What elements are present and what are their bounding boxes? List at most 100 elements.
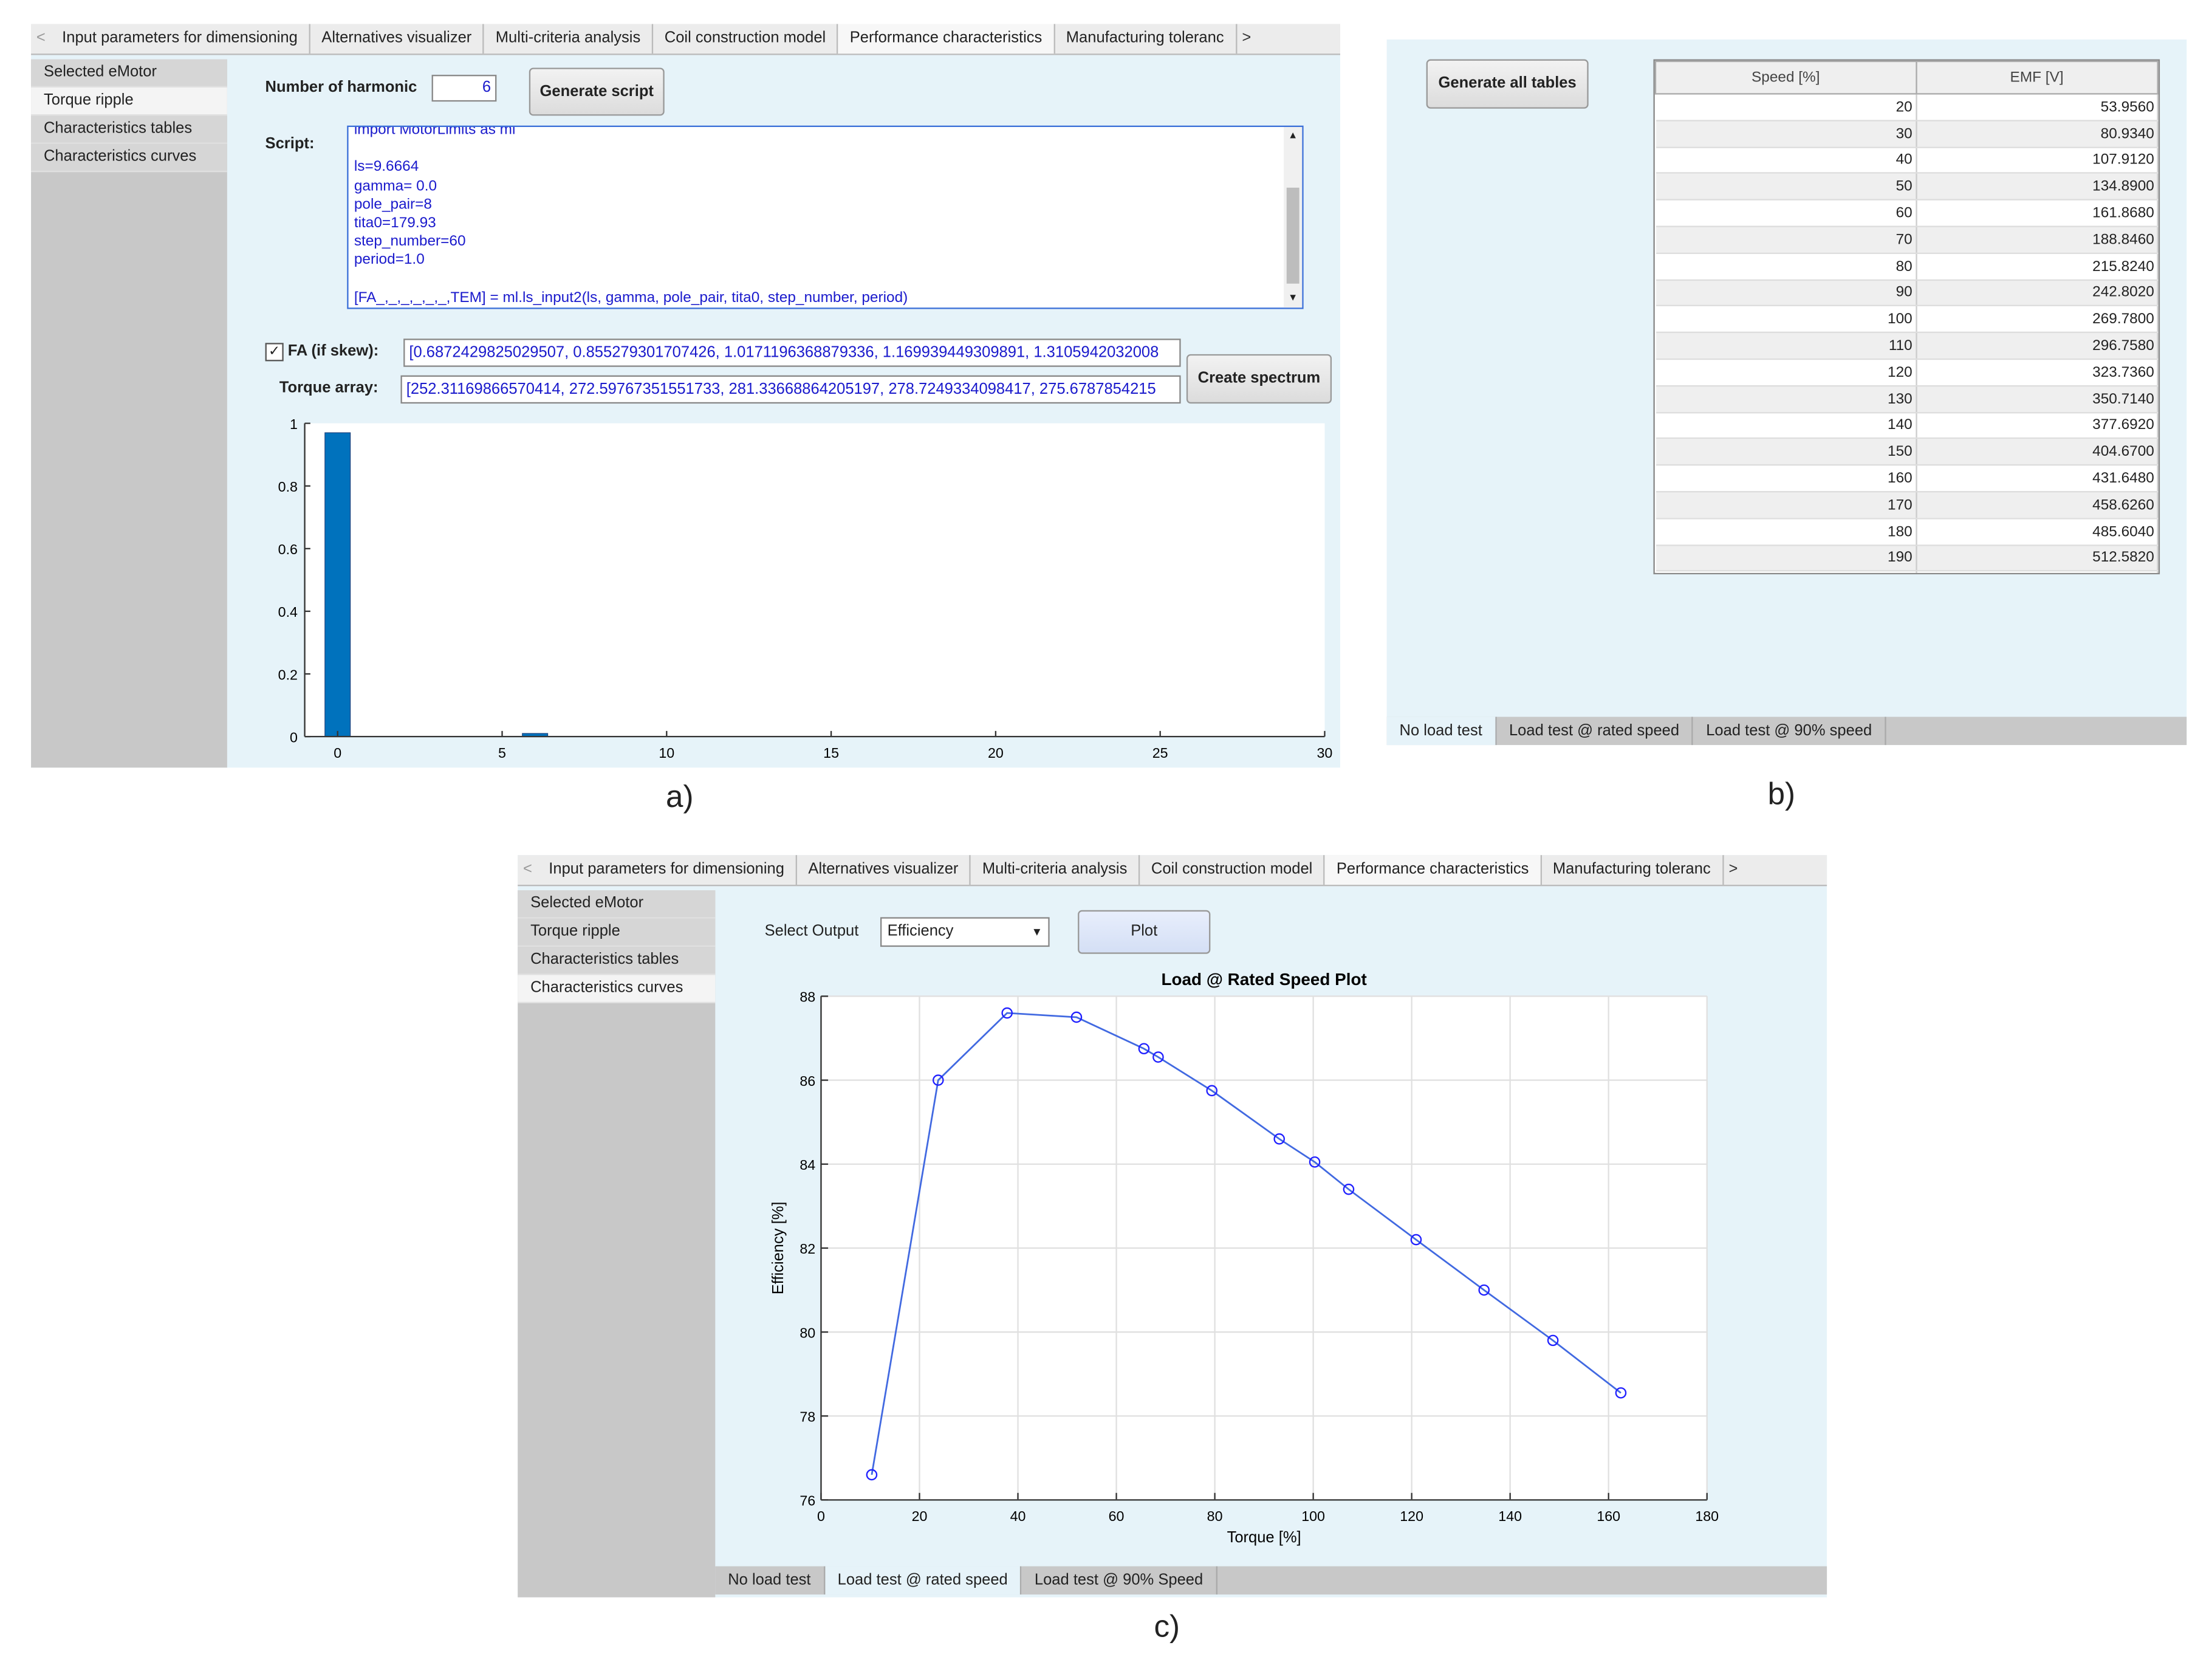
x-tick-label: 180: [1695, 1508, 1719, 1524]
bottom-tab-load-test-90-speed[interactable]: Load test @ 90% Speed: [1022, 1566, 1217, 1595]
y-tick-label: 0: [290, 729, 298, 745]
speed-cell: 110: [1655, 332, 1917, 360]
script-line: gamma= 0.0: [354, 177, 437, 194]
script-textarea[interactable]: import MotorLimits as ml ls=9.6664 gamma= …: [347, 125, 1304, 309]
speed-cell: 90: [1655, 279, 1917, 307]
generate-all-tables-button[interactable]: Generate all tables: [1426, 59, 1589, 109]
chevron-left-icon: <: [36, 29, 46, 47]
y-tick-label: 86: [800, 1073, 815, 1089]
tab-input-parameters-for-dimensioning[interactable]: Input parameters for dimensioning: [538, 855, 797, 885]
sidebar-item-characteristics-curves[interactable]: Characteristics curves: [518, 975, 716, 1004]
table-row: 190 512.5820: [1655, 544, 2159, 572]
panel-c: < Input parameters for dimensioning Altern…: [518, 855, 1827, 1598]
bottom-tab-no-load-test[interactable]: No load test: [715, 1566, 825, 1595]
x-tick-label: 160: [1597, 1508, 1620, 1524]
y-axis-label: Efficiency [%]: [770, 1202, 787, 1295]
table-row: 90 242.8020: [1655, 279, 2159, 307]
bar: [324, 432, 351, 737]
tab-coil-construction-model[interactable]: Coil construction model: [653, 24, 839, 54]
tab-bar: < Input parameters for dimensioning Altern…: [31, 24, 1340, 55]
script-line: ls=9.6664: [354, 158, 419, 176]
sidebar-item-torque-ripple[interactable]: Torque ripple: [518, 918, 716, 947]
tab-manufacturing-toleranc[interactable]: Manufacturing toleranc: [1541, 855, 1724, 885]
harmonic-label: Number of harmonic: [265, 79, 417, 96]
fa-label: FA (if skew):: [287, 343, 379, 360]
sidebar: Selected eMotor Torque ripple Characterist…: [31, 59, 227, 768]
emf-cell: 377.6920: [1916, 412, 2159, 439]
scroll-down-icon[interactable]: ▼: [1284, 294, 1302, 303]
speed-cell: 80: [1655, 253, 1917, 281]
scroll-up-icon[interactable]: ▲: [1284, 131, 1302, 141]
script-label: Script:: [265, 135, 315, 153]
create-spectrum-button[interactable]: Create spectrum: [1186, 354, 1332, 404]
plot-button[interactable]: Plot: [1078, 910, 1211, 954]
script-line: import MotorLimits as ml: [354, 125, 516, 139]
sidebar-item-characteristics-tables[interactable]: Characteristics tables: [31, 115, 227, 144]
y-tick-label: 82: [800, 1241, 815, 1257]
emf-cell: 539.5600: [1916, 571, 2159, 573]
emf-cell: 512.5820: [1916, 544, 2159, 572]
tab-multi-criteria-analysis[interactable]: Multi-criteria analysis: [971, 855, 1140, 885]
efficiency-chart: Load @ Rated Speed Plot 0 20 40 60 80 100 120 14…: [770, 970, 1719, 1546]
x-tick-label: 80: [1207, 1508, 1223, 1524]
bottom-tab-load-test-90-speed[interactable]: Load test @ 90% speed: [1693, 716, 1886, 746]
tab-alternatives-visualizer[interactable]: Alternatives visualizer: [797, 855, 971, 885]
x-tick-label: 60: [1109, 1508, 1125, 1524]
sidebar-item-selected-emotor[interactable]: Selected eMotor: [31, 59, 227, 88]
x-tick-label: 100: [1301, 1508, 1325, 1524]
select-output-label: Select Output: [764, 922, 859, 940]
harmonic-input[interactable]: 6: [431, 75, 497, 102]
bottom-tab-bar: No load test Load test @ rated speed Load …: [715, 1566, 1827, 1595]
tab-alternatives-visualizer[interactable]: Alternatives visualizer: [310, 24, 485, 54]
tab-manufacturing-toleranc[interactable]: Manufacturing toleranc: [1055, 24, 1237, 54]
bottom-tab-load-test-rated-speed[interactable]: Load test @ rated speed: [1496, 716, 1694, 746]
chevron-left-icon: <: [522, 860, 532, 878]
table-row: 100 269.7800: [1655, 306, 2159, 334]
sidebar-item-characteristics-curves[interactable]: Characteristics curves: [31, 143, 227, 173]
tab-coil-construction-model[interactable]: Coil construction model: [1140, 855, 1326, 885]
script-line: [FA_,_,_,_,_,_,TEM] = ml.ls_input2(ls, g…: [354, 289, 908, 306]
table-row: 180 485.6040: [1655, 518, 2159, 546]
tab-multi-criteria-analysis[interactable]: Multi-criteria analysis: [484, 24, 654, 54]
x-tick-label: 140: [1498, 1508, 1522, 1524]
generate-script-button[interactable]: Generate script: [529, 67, 665, 116]
tab-performance-characteristics[interactable]: Performance characteristics: [1325, 855, 1542, 885]
y-tick-label: 0.6: [278, 541, 298, 557]
table-row: 70 188.8460: [1655, 226, 2159, 254]
sidebar-item-torque-ripple[interactable]: Torque ripple: [31, 87, 227, 116]
fa-input[interactable]: [0.6872429825029507, 0.855279301707426, …: [403, 338, 1181, 367]
bottom-tab-no-load-test[interactable]: No load test: [1386, 716, 1497, 746]
tab-input-parameters-for-dimensioning[interactable]: Input parameters for dimensioning: [51, 24, 310, 54]
y-tick-label: 80: [800, 1325, 815, 1341]
y-tick-label: 0.2: [278, 667, 298, 682]
script-line: period=1.0: [354, 252, 425, 269]
y-tick-label: 0.4: [278, 604, 298, 620]
x-tick-label: 20: [988, 745, 1004, 761]
chevron-right-icon: >: [1728, 860, 1738, 878]
speed-cell: 120: [1655, 359, 1917, 386]
column-header: Speed [%]: [1654, 60, 1917, 95]
table-row: 110 296.7580: [1655, 332, 2159, 360]
torque-array-input[interactable]: [252.31169866570414, 272.59767351551733,…: [400, 375, 1181, 404]
table-row: 130 350.7140: [1655, 385, 2159, 413]
table-row: 160 431.6480: [1655, 465, 2159, 493]
bottom-tab-bar: No load test Load test @ rated speed Load …: [1386, 716, 2187, 746]
tab-performance-characteristics[interactable]: Performance characteristics: [838, 24, 1055, 54]
chevron-down-icon: ▼: [1031, 925, 1043, 939]
torque-array-label: Torque array:: [279, 379, 378, 397]
bottom-tab-load-test-rated-speed[interactable]: Load test @ rated speed: [824, 1566, 1022, 1595]
scrollbar[interactable]: ▲ ▼: [1284, 126, 1303, 308]
sidebar-item-selected-emotor[interactable]: Selected eMotor: [518, 890, 716, 919]
x-tick-label: 30: [1317, 745, 1333, 761]
speed-cell: 140: [1655, 412, 1917, 439]
speed-cell: 150: [1655, 438, 1917, 466]
sidebar-item-characteristics-tables[interactable]: Characteristics tables: [518, 947, 716, 975]
fa-checkbox[interactable]: ✓: [265, 343, 284, 362]
select-output-dropdown[interactable]: Efficiency ▼: [880, 917, 1050, 947]
spectrum-chart: 0 5 10 15 20 25 30 0 0.2 0.4 0.6 0.8 1: [278, 416, 1333, 761]
speed-cell: 40: [1655, 146, 1917, 174]
emf-cell: 350.7140: [1916, 385, 2159, 413]
scroll-thumb[interactable]: [1286, 187, 1299, 284]
emf-table: Speed [%] EMF [V] 20 53.9560 30 80.9340 40 107.…: [1653, 59, 2160, 575]
caption-a: a): [666, 778, 694, 814]
